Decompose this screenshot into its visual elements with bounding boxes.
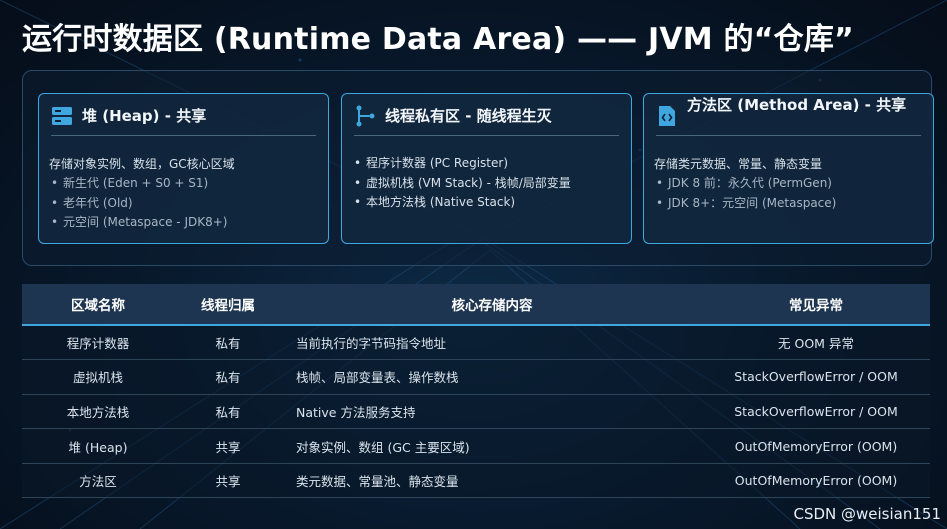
header-thread-owner: 线程归属 xyxy=(201,298,255,314)
cell-region-name: 程序计数器 xyxy=(22,325,174,361)
table-row: 程序计数器 私有 当前执行的字节码指令地址 无 OOM 异常 xyxy=(22,325,930,361)
card-description: 存储类元数据、常量、静态变量 xyxy=(654,157,823,171)
list-item: JDK 8+：元空间 (Metaspace) xyxy=(654,194,923,214)
table-row: 方法区 共享 类元数据、常量池、静态变量 OutOfMemoryError (O… xyxy=(22,463,930,499)
cell-core-content: 当前执行的字节码指令地址 xyxy=(282,325,702,361)
cell-core-content: 类元数据、常量池、静态变量 xyxy=(282,463,702,499)
cell-common-error: OutOfMemoryError (OOM) xyxy=(702,428,930,464)
cell-region-name: 虚拟机栈 xyxy=(22,359,174,395)
card-list: 程序计数器 (PC Register) 虚拟机栈 (VM Stack) - 栈帧… xyxy=(352,154,621,213)
card-header: 线程私有区 - 随线程生灭 xyxy=(354,94,619,136)
card-title: 堆 (Heap) - 共享 xyxy=(82,107,207,125)
code-file-icon xyxy=(659,106,675,126)
thread-private-card: 线程私有区 - 随线程生灭 程序计数器 (PC Register) 虚拟机栈 (… xyxy=(341,93,632,244)
method-area-card: 方法区 (Method Area) - 共享 存储类元数据、常量、静态变量 JD… xyxy=(643,93,934,244)
card-title: 方法区 (Method Area) - 共享 xyxy=(687,96,907,114)
table-row: 虚拟机栈 私有 栈帧、局部变量表、操作数栈 StackOverflowError… xyxy=(22,359,930,395)
card-list: JDK 8 前：永久代 (PermGen) JDK 8+：元空间 (Metasp… xyxy=(654,174,923,213)
card-title: 线程私有区 - 随线程生灭 xyxy=(385,107,552,125)
list-item: 程序计数器 (PC Register) xyxy=(352,154,621,174)
header-region-name: 区域名称 xyxy=(71,298,125,314)
list-item: 新生代 (Eden + S0 + S1) xyxy=(49,174,318,194)
page-title: 运行时数据区 (Runtime Data Area) —— JVM 的“仓库” xyxy=(22,22,854,57)
cell-core-content: Native 方法服务支持 xyxy=(282,394,702,430)
cell-core-content: 栈帧、局部变量表、操作数栈 xyxy=(282,359,702,395)
card-header: 方法区 (Method Area) - 共享 xyxy=(656,94,921,136)
cell-common-error: StackOverflowError / OOM xyxy=(702,394,930,430)
list-item: 老年代 (Old) xyxy=(49,194,318,214)
header-core-content: 核心存储内容 xyxy=(451,298,533,314)
list-item: 本地方法栈 (Native Stack) xyxy=(352,193,621,213)
cell-thread-owner: 私有 xyxy=(174,325,282,361)
cell-common-error: OutOfMemoryError (OOM) xyxy=(702,463,930,499)
cell-thread-owner: 共享 xyxy=(174,463,282,499)
card-description: 存储对象实例、数组，GC核心区域 xyxy=(49,157,235,171)
list-item: 元空间 (Metaspace - JDK8+) xyxy=(49,213,318,233)
cell-thread-owner: 共享 xyxy=(174,428,282,464)
list-item: JDK 8 前：永久代 (PermGen) xyxy=(654,174,923,194)
server-icon xyxy=(52,107,72,125)
card-list: 新生代 (Eden + S0 + S1) 老年代 (Old) 元空间 (Meta… xyxy=(49,174,318,233)
cell-region-name: 方法区 xyxy=(22,463,174,499)
cell-thread-owner: 私有 xyxy=(174,394,282,430)
cell-common-error: 无 OOM 异常 xyxy=(702,325,930,361)
table-header-row: 区域名称 线程归属 核心存储内容 常见异常 xyxy=(22,284,930,325)
branch-icon xyxy=(356,105,375,127)
table-row: 堆 (Heap) 共享 对象实例、数组 (GC 主要区域) OutOfMemor… xyxy=(22,428,930,464)
cell-region-name: 本地方法栈 xyxy=(22,394,174,430)
regions-table: 区域名称 线程归属 核心存储内容 常见异常 程序计数器 私有 当前执行的字节码指… xyxy=(22,284,930,499)
card-header: 堆 (Heap) - 共享 xyxy=(51,94,316,136)
watermark: CSDN @weisian151 xyxy=(793,505,941,523)
cell-common-error: StackOverflowError / OOM xyxy=(702,359,930,395)
list-item: 虚拟机栈 (VM Stack) - 栈帧/局部变量 xyxy=(352,174,621,194)
table-row: 本地方法栈 私有 Native 方法服务支持 StackOverflowErro… xyxy=(22,394,930,430)
cell-thread-owner: 私有 xyxy=(174,359,282,395)
cell-core-content: 对象实例、数组 (GC 主要区域) xyxy=(282,428,702,464)
header-common-error: 常见异常 xyxy=(789,298,843,314)
cell-region-name: 堆 (Heap) xyxy=(22,428,174,464)
heap-card: 堆 (Heap) - 共享 存储对象实例、数组，GC核心区域 新生代 (Eden… xyxy=(38,93,329,244)
